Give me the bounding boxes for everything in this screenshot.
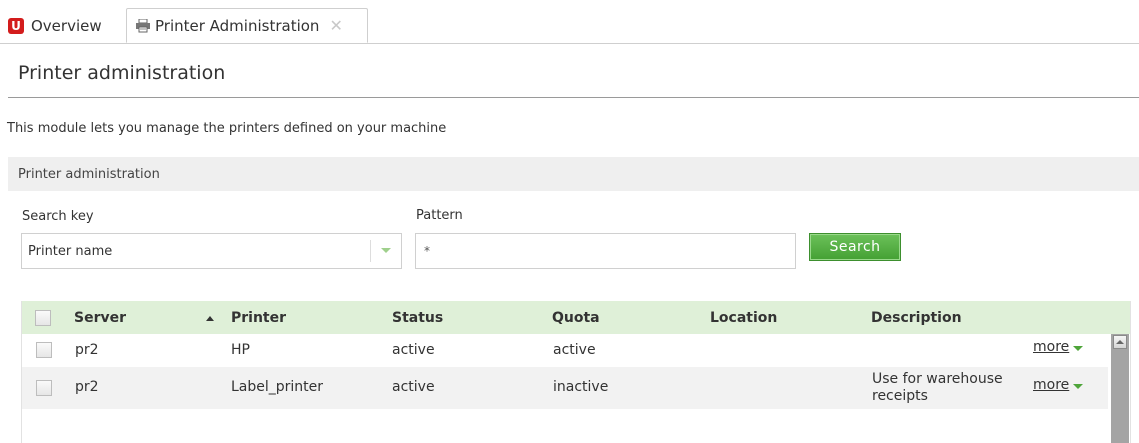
more-link-label: more xyxy=(1033,377,1070,393)
column-header-status[interactable]: Status xyxy=(392,310,443,326)
divider xyxy=(8,97,1139,98)
close-icon[interactable]: ✕ xyxy=(329,16,342,35)
table-scrollbar[interactable] xyxy=(1111,334,1129,443)
chevron-down-icon xyxy=(1073,383,1084,389)
column-header-printer[interactable]: Printer xyxy=(231,310,286,326)
chevron-down-icon[interactable] xyxy=(381,248,391,253)
column-header-quota[interactable]: Quota xyxy=(552,310,600,326)
printer-table: Server Printer Status Quota Location Des… xyxy=(21,301,1131,443)
select-all-checkbox[interactable] xyxy=(35,310,51,326)
scroll-up-icon[interactable] xyxy=(1113,335,1127,349)
column-header-description[interactable]: Description xyxy=(871,310,962,326)
panel-title: Printer administration xyxy=(18,166,160,182)
more-link[interactable]: more xyxy=(1033,339,1084,355)
select-divider xyxy=(370,240,371,262)
more-link-label: more xyxy=(1033,339,1070,355)
chevron-down-icon xyxy=(1073,345,1084,351)
cell-description: Use for warehouse receipts xyxy=(872,371,1003,404)
printer-icon xyxy=(136,18,150,32)
table-row[interactable]: pr2 HP active active more xyxy=(22,334,1108,367)
pattern-label: Pattern xyxy=(416,208,463,223)
search-button[interactable]: Search xyxy=(809,233,901,261)
tab-overview-label: Overview xyxy=(31,16,102,35)
search-key-select[interactable]: Printer name xyxy=(21,233,402,269)
app-logo-icon: U xyxy=(8,17,24,34)
tab-printer-administration[interactable]: Printer Administration ✕ xyxy=(126,8,368,43)
tab-bar: U Overview Printer Administration ✕ xyxy=(0,0,1139,44)
table-row[interactable]: pr2 Label_printer active inactive Use fo… xyxy=(22,367,1108,409)
cell-printer: Label_printer xyxy=(231,379,324,395)
row-checkbox[interactable] xyxy=(36,342,52,358)
column-header-location[interactable]: Location xyxy=(710,310,777,326)
cell-status: active xyxy=(392,379,435,395)
cell-server: pr2 xyxy=(75,379,99,395)
cell-quota: active xyxy=(553,342,596,358)
panel-header: Printer administration xyxy=(8,157,1139,191)
sort-ascending-icon[interactable] xyxy=(206,316,214,321)
intro-text: This module lets you manage the printers… xyxy=(7,121,447,136)
cell-printer: HP xyxy=(231,342,250,358)
row-checkbox[interactable] xyxy=(36,380,52,396)
search-key-label: Search key xyxy=(22,209,94,224)
more-link[interactable]: more xyxy=(1033,377,1084,393)
pattern-input[interactable] xyxy=(415,233,796,269)
column-header-server[interactable]: Server xyxy=(74,310,126,326)
search-key-value: Printer name xyxy=(28,243,113,259)
page-title: Printer administration xyxy=(18,62,226,84)
tab-overview[interactable]: U Overview xyxy=(8,8,120,43)
table-header: Server Printer Status Quota Location Des… xyxy=(22,301,1130,334)
cell-quota: inactive xyxy=(553,379,609,395)
cell-status: active xyxy=(392,342,435,358)
cell-server: pr2 xyxy=(75,342,99,358)
tab-printer-label: Printer Administration xyxy=(155,16,320,35)
